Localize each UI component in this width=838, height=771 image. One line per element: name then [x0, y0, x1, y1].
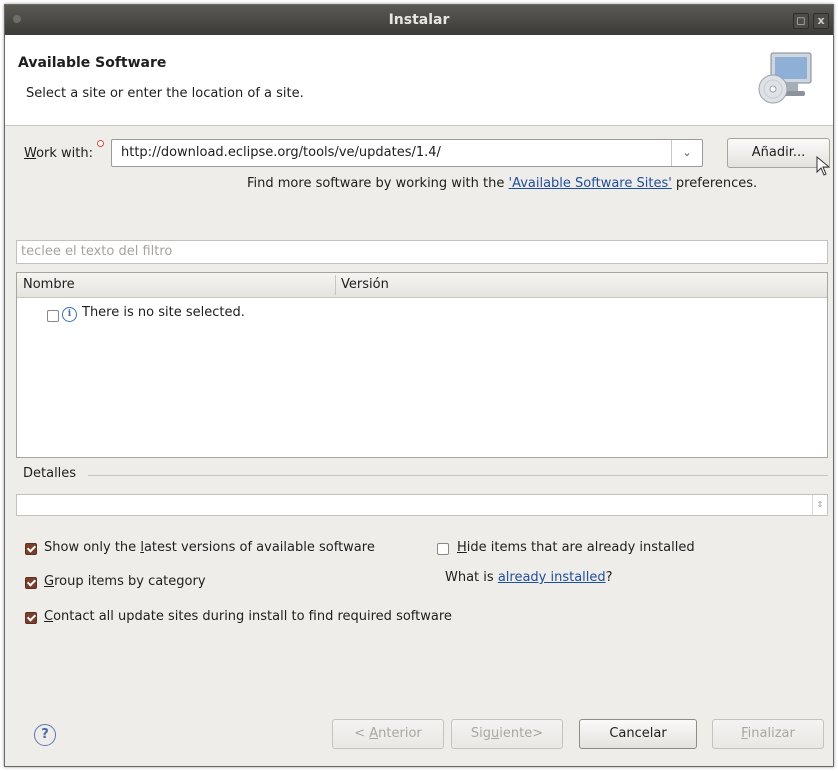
tree-row-label[interactable]: There is no site selected. [82, 305, 245, 320]
already-installed-link[interactable]: already installed [498, 570, 606, 585]
available-sites-link[interactable]: 'Available Software Sites' [509, 176, 672, 191]
latest-versions-label[interactable]: Show only the latest versions of availab… [44, 540, 375, 555]
group-by-category-checkbox[interactable] [25, 577, 37, 589]
what-is-installed-text: What is already installed? [445, 570, 613, 585]
details-scroll-arrows-icon[interactable]: ⇕ [812, 495, 827, 515]
window-menu-icon[interactable] [13, 15, 21, 23]
hide-installed-checkbox[interactable] [437, 543, 449, 555]
title-bar[interactable]: Instalar ◻ x [5, 5, 833, 35]
details-field[interactable]: ⇕ [16, 494, 828, 516]
required-field-icon [97, 140, 104, 147]
software-tree[interactable]: Nombre Versión i There is no site select… [16, 272, 828, 458]
column-header-version[interactable]: Versión [341, 277, 389, 292]
find-more-text: Find more software by working with the '… [247, 176, 758, 191]
info-icon: i [62, 307, 77, 322]
details-label: Detalles [23, 466, 77, 481]
work-with-input[interactable]: http://download.eclipse.org/tools/ve/upd… [121, 145, 441, 160]
tree-row-checkbox[interactable] [47, 310, 59, 322]
monitor-cd-icon [758, 52, 812, 104]
window-title: Instalar [388, 12, 450, 28]
cancel-button[interactable]: Cancelar [579, 719, 697, 749]
combo-dropdown-arrow-icon[interactable]: ⌄ [671, 140, 702, 166]
next-button[interactable]: Siguiente> [451, 719, 563, 749]
column-header-name[interactable]: Nombre [23, 277, 75, 292]
work-with-combo[interactable]: http://download.eclipse.org/tools/ve/upd… [111, 139, 703, 167]
column-divider[interactable] [335, 275, 336, 295]
filter-input[interactable]: teclee el texto del filtro [16, 240, 828, 264]
work-with-label: Work with: [24, 146, 94, 161]
back-button[interactable]: < Anterior [332, 719, 444, 749]
mouse-pointer-icon [816, 156, 831, 176]
contact-sites-checkbox[interactable] [25, 612, 37, 624]
contact-sites-label[interactable]: Contact all update sites during install … [44, 609, 452, 624]
add-site-button[interactable]: Añadir... [727, 138, 830, 168]
filter-placeholder: teclee el texto del filtro [21, 244, 173, 259]
page-title: Available Software [18, 55, 167, 71]
group-by-category-label[interactable]: Group items by category [44, 574, 206, 589]
help-icon[interactable]: ? [34, 724, 56, 746]
page-subtitle: Select a site or enter the location of a… [26, 86, 304, 101]
latest-versions-checkbox[interactable] [25, 543, 37, 555]
hide-installed-label[interactable]: Hide items that are already installed [457, 540, 695, 555]
details-separator [88, 475, 828, 476]
restore-button[interactable]: ◻ [793, 13, 809, 29]
close-button[interactable]: x [813, 13, 829, 29]
wizard-header: Available Software Select a site or ente… [5, 35, 833, 126]
finish-button[interactable]: Finalizar [712, 719, 824, 749]
tree-header: Nombre Versión [17, 273, 827, 298]
